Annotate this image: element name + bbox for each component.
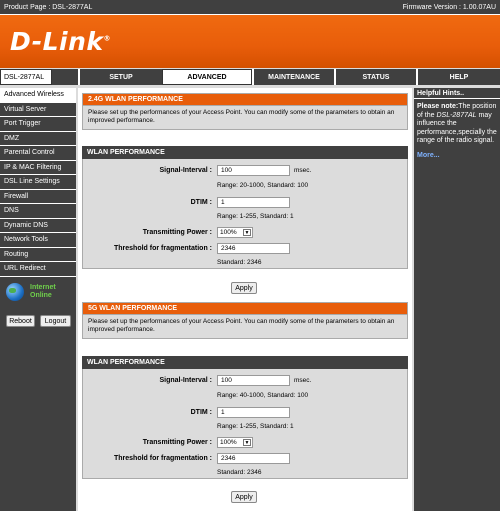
dtim-label: DTIM : [190, 409, 212, 416]
sidebar-item-dns[interactable]: DNS [0, 204, 76, 219]
signal-interval-label: Signal-Interval : [159, 377, 212, 384]
internet-status-value: Online [30, 292, 52, 299]
firmware-version-label: Firmware Version : 1.00.07AU [402, 3, 496, 11]
apply-button-5g[interactable]: Apply [231, 491, 257, 503]
sidebar-item-port-trigger[interactable]: Port Trigger [0, 117, 76, 132]
signal-interval-label: Signal-Interval : [159, 167, 212, 174]
globe-icon [6, 283, 24, 301]
fragmentation-threshold-input[interactable]: 2346 [217, 453, 290, 464]
section-description-5g: Please set up the performances of your A… [82, 315, 408, 339]
sidebar-item-url-redirect[interactable]: URL Redirect [0, 262, 76, 277]
more-hints-link[interactable]: More... [417, 152, 497, 159]
logout-button[interactable]: Logout [40, 315, 71, 327]
sidebar-item-dynamic-dns[interactable]: Dynamic DNS [0, 219, 76, 233]
internet-status: Internet Online [6, 282, 72, 302]
dtim-range: Range: 1-255, Standard: 1 [217, 213, 294, 220]
sidebar-item-network-tools[interactable]: Network Tools [0, 233, 76, 248]
signal-interval-range: Range: 20-1000, Standard: 100 [217, 182, 309, 189]
fragmentation-threshold-input[interactable]: 2346 [217, 243, 290, 254]
tab-help[interactable]: HELP [416, 69, 500, 85]
brand-banner: D-Link® [0, 14, 500, 68]
dlink-logo: D-Link® [10, 27, 112, 56]
dtim-input[interactable]: 1 [217, 197, 290, 208]
chevron-down-icon: ▼ [243, 439, 251, 446]
main-content: 2.4G WLAN PERFORMANCE Please set up the … [78, 88, 412, 511]
signal-interval-unit: msec. [294, 167, 312, 174]
signal-interval-input[interactable]: 100 [217, 375, 290, 386]
sidebar-item-dmz[interactable]: DMZ [0, 132, 76, 146]
panel-body-2g: Signal-Interval : 100 msec. Range: 20-10… [82, 159, 408, 269]
tab-status[interactable]: STATUS [334, 69, 416, 85]
fragmentation-threshold-label: Threshold for fragmentation : [114, 245, 212, 252]
section-description-2g: Please set up the performances of your A… [82, 106, 408, 130]
sidebar-item-firewall[interactable]: Firewall [0, 190, 76, 204]
top-info-bar: Product Page : DSL-2877AL Firmware Versi… [0, 0, 500, 14]
sidebar-item-ip-mac-filtering[interactable]: IP & MAC Filtering [0, 161, 76, 175]
tab-advanced[interactable]: ADVANCED [162, 69, 252, 85]
tab-maintenance[interactable]: MAINTENANCE [252, 69, 334, 85]
main-navigation: DSL-2877AL SETUP ADVANCED MAINTENANCE ST… [0, 69, 500, 85]
tab-setup[interactable]: SETUP [78, 69, 162, 85]
panel-body-5g: Signal-Interval : 100 msec. Range: 40-10… [82, 369, 408, 479]
section-title-2g: 2.4G WLAN PERFORMANCE [82, 93, 408, 106]
chevron-down-icon: ▼ [243, 229, 251, 236]
fragmentation-standard: Standard: 2346 [217, 469, 262, 476]
internet-status-label: Internet [30, 284, 56, 291]
signal-interval-range: Range: 40-1000, Standard: 100 [217, 392, 309, 399]
transmitting-power-select[interactable]: 100% ▼ [217, 437, 253, 448]
dtim-range: Range: 1-255, Standard: 1 [217, 423, 294, 430]
sidebar-item-parental-control[interactable]: Parental Control [0, 146, 76, 161]
panel-title-5g: WLAN PERFORMANCE [82, 356, 408, 369]
transmitting-power-label: Transmitting Power : [142, 439, 212, 446]
helpful-hints-text: Please note:The position of the DSL-2877… [417, 103, 497, 144]
apply-button-2g[interactable]: Apply [231, 282, 257, 294]
sidebar-item-virtual-server[interactable]: Virtual Server [0, 103, 76, 117]
sidebar-item-dsl-line-settings[interactable]: DSL Line Settings [0, 175, 76, 190]
fragmentation-threshold-label: Threshold for fragmentation : [114, 455, 212, 462]
signal-interval-unit: msec. [294, 377, 312, 384]
dtim-input[interactable]: 1 [217, 407, 290, 418]
helpful-hints-panel: Helpful Hints.. Please note:The position… [414, 88, 500, 511]
transmitting-power-select[interactable]: 100% ▼ [217, 227, 253, 238]
dtim-label: DTIM : [190, 199, 212, 206]
transmitting-power-label: Transmitting Power : [142, 229, 212, 236]
reboot-button[interactable]: Reboot [6, 315, 35, 327]
product-page-label: Product Page : DSL-2877AL [4, 3, 93, 11]
sidebar-item-routing[interactable]: Routing [0, 248, 76, 262]
helpful-hints-title: Helpful Hints.. [414, 88, 500, 99]
fragmentation-standard: Standard: 2346 [217, 259, 262, 266]
sidebar-item-advanced-wireless[interactable]: Advanced Wireless [0, 88, 76, 103]
model-label: DSL-2877AL [0, 69, 52, 85]
panel-title-2g: WLAN PERFORMANCE [82, 146, 408, 159]
signal-interval-input[interactable]: 100 [217, 165, 290, 176]
section-title-5g: 5G WLAN PERFORMANCE [82, 302, 408, 315]
